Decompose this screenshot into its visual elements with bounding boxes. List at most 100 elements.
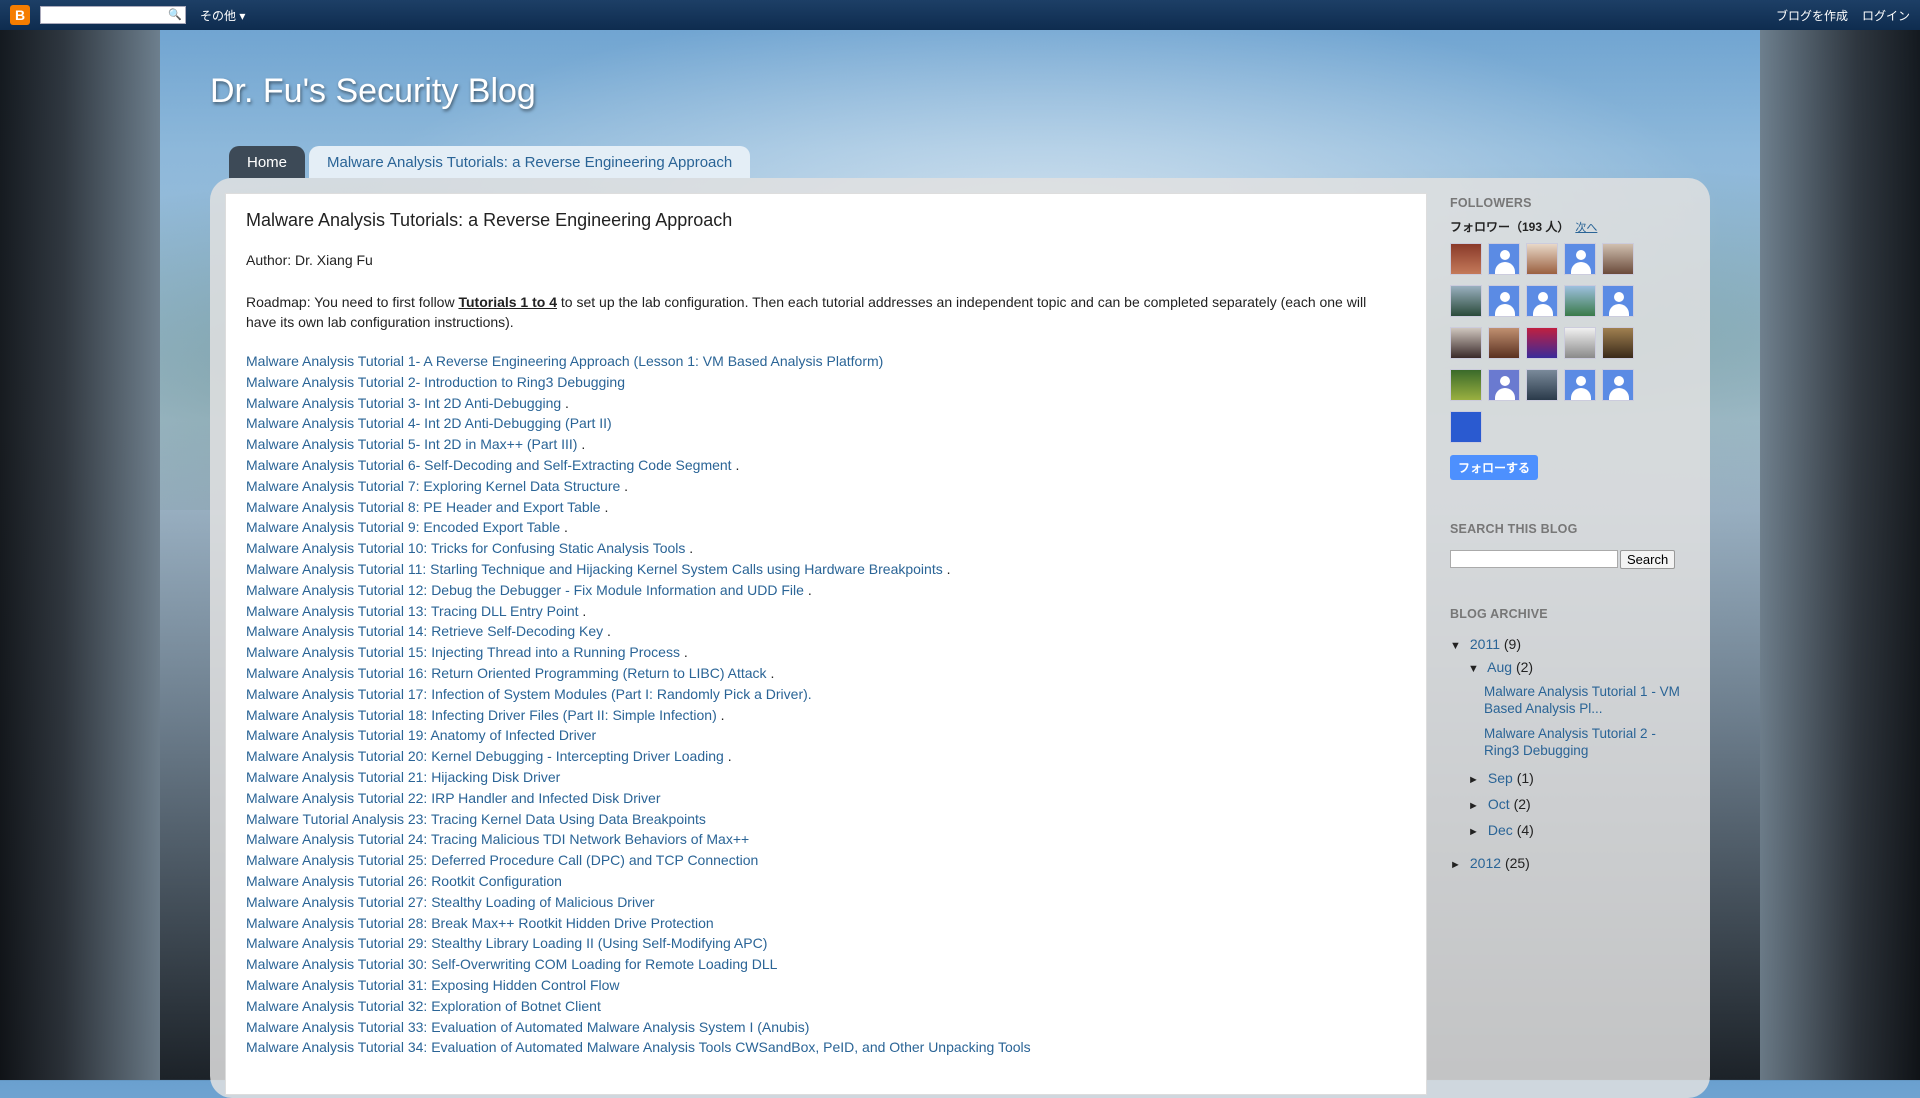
search-icon[interactable]: 🔍 xyxy=(168,8,182,21)
list-item: Malware Analysis Tutorial 18: Infecting … xyxy=(246,705,1396,726)
avatar[interactable] xyxy=(1450,411,1482,443)
avatar[interactable] xyxy=(1488,369,1520,401)
tutorial-link[interactable]: Malware Analysis Tutorial 5- Int 2D in M… xyxy=(246,436,577,452)
avatar[interactable] xyxy=(1564,369,1596,401)
avatar[interactable] xyxy=(1450,285,1482,317)
search-button[interactable]: Search xyxy=(1620,550,1676,569)
avatar[interactable] xyxy=(1526,327,1558,359)
archive-month-oct[interactable]: Oct xyxy=(1488,796,1510,812)
triangle-right-icon[interactable]: ► xyxy=(1450,854,1466,877)
blogger-logo-icon[interactable]: B xyxy=(10,5,30,25)
tutorial-link[interactable]: Malware Analysis Tutorial 32: Exploratio… xyxy=(246,998,601,1014)
tutorial-link[interactable]: Malware Analysis Tutorial 8: PE Header a… xyxy=(246,499,601,515)
avatar[interactable] xyxy=(1526,285,1558,317)
avatar[interactable] xyxy=(1488,285,1520,317)
archive-month-dec[interactable]: Dec xyxy=(1488,822,1513,838)
tutorial-link[interactable]: Malware Analysis Tutorial 30: Self-Overw… xyxy=(246,956,777,972)
tab-malware-tutorials[interactable]: Malware Analysis Tutorials: a Reverse En… xyxy=(309,146,751,178)
tab-home[interactable]: Home xyxy=(229,146,306,178)
create-blog-link[interactable]: ブログを作成 xyxy=(1776,7,1848,24)
avatar[interactable] xyxy=(1602,285,1634,317)
avatar[interactable] xyxy=(1450,369,1482,401)
avatar[interactable] xyxy=(1526,369,1558,401)
tutorial-link[interactable]: Malware Analysis Tutorial 22: IRP Handle… xyxy=(246,790,660,806)
tutorial-link[interactable]: Malware Analysis Tutorial 27: Stealthy L… xyxy=(246,894,655,910)
triangle-down-icon[interactable]: ▼ xyxy=(1468,658,1484,681)
tutorial-link[interactable]: Malware Analysis Tutorial 1- A Reverse E… xyxy=(246,353,883,369)
tutorial-link[interactable]: Malware Analysis Tutorial 15: Injecting … xyxy=(246,644,680,660)
tutorial-link[interactable]: Malware Analysis Tutorial 9: Encoded Exp… xyxy=(246,519,560,535)
avatar[interactable] xyxy=(1450,327,1482,359)
link-suffix: . xyxy=(600,498,609,515)
avatar[interactable] xyxy=(1488,243,1520,275)
list-item: Malware Analysis Tutorial 10: Tricks for… xyxy=(246,538,1396,559)
tutorial-link[interactable]: Malware Analysis Tutorial 28: Break Max+… xyxy=(246,915,714,931)
tutorial-link[interactable]: Malware Analysis Tutorial 18: Infecting … xyxy=(246,707,717,723)
followers-count-label: フォロワー（193 人） xyxy=(1450,220,1570,234)
avatar[interactable] xyxy=(1602,369,1634,401)
archive-month-aug[interactable]: Aug xyxy=(1487,659,1512,675)
followers-next-link[interactable]: 次へ xyxy=(1575,222,1597,234)
tutorial-link[interactable]: Malware Analysis Tutorial 13: Tracing DL… xyxy=(246,603,579,619)
tutorial-link[interactable]: Malware Analysis Tutorial 20: Kernel Deb… xyxy=(246,748,724,764)
link-suffix: . xyxy=(679,644,688,661)
tutorial-link[interactable]: Malware Analysis Tutorial 10: Tricks for… xyxy=(246,540,685,556)
avatar[interactable] xyxy=(1564,285,1596,317)
archive-post-link[interactable]: Malware Analysis Tutorial 2 - Ring3 Debu… xyxy=(1484,725,1690,759)
tutorial-link[interactable]: Malware Analysis Tutorial 33: Evaluation… xyxy=(246,1019,809,1035)
tutorial-link[interactable]: Malware Analysis Tutorial 12: Debug the … xyxy=(246,582,804,598)
archive-post-link[interactable]: Malware Analysis Tutorial 1 - VM Based A… xyxy=(1484,683,1690,717)
archive-year-2012[interactable]: 2012 xyxy=(1470,855,1501,871)
triangle-right-icon[interactable]: ► xyxy=(1468,821,1484,844)
link-suffix: . xyxy=(560,519,568,536)
tutorial-link[interactable]: Malware Analysis Tutorial 26: Rootkit Co… xyxy=(246,873,562,889)
list-item: Malware Analysis Tutorial 24: Tracing Ma… xyxy=(246,829,1396,850)
avatar[interactable] xyxy=(1450,243,1482,275)
triangle-right-icon[interactable]: ► xyxy=(1468,769,1484,792)
page-tabs: Home Malware Analysis Tutorials: a Rever… xyxy=(229,146,751,178)
link-suffix: . xyxy=(578,602,587,619)
tutorial-link[interactable]: Malware Analysis Tutorial 2- Introductio… xyxy=(246,374,625,390)
tutorial-link[interactable]: Malware Analysis Tutorial 3- Int 2D Anti… xyxy=(246,395,561,411)
tutorial-link[interactable]: Malware Analysis Tutorial 21: Hijacking … xyxy=(246,769,560,785)
tutorial-link[interactable]: Malware Analysis Tutorial 17: Infection … xyxy=(246,686,812,702)
list-item: Malware Analysis Tutorial 17: Infection … xyxy=(246,684,1396,705)
blog-search-input[interactable] xyxy=(1450,550,1618,568)
tutorial-link[interactable]: Malware Analysis Tutorial 14: Retrieve S… xyxy=(246,623,603,639)
link-suffix: . xyxy=(577,436,586,453)
triangle-right-icon[interactable]: ► xyxy=(1468,795,1484,818)
triangle-down-icon[interactable]: ▼ xyxy=(1450,635,1466,658)
list-item: Malware Analysis Tutorial 20: Kernel Deb… xyxy=(246,746,1396,767)
list-item: Malware Analysis Tutorial 31: Exposing H… xyxy=(246,975,1396,996)
avatar[interactable] xyxy=(1526,243,1558,275)
tutorial-link[interactable]: Malware Analysis Tutorial 19: Anatomy of… xyxy=(246,727,596,743)
tutorial-link[interactable]: Malware Analysis Tutorial 11: Starling T… xyxy=(246,561,943,577)
tutorial-link[interactable]: Malware Analysis Tutorial 29: Stealthy L… xyxy=(246,935,767,951)
navbar-search-input[interactable]: 🔍 xyxy=(40,6,186,24)
tutorial-link[interactable]: Malware Tutorial Analysis 23: Tracing Ke… xyxy=(246,811,706,827)
login-link[interactable]: ログイン xyxy=(1862,7,1910,24)
navbar-more-menu[interactable]: その他 ▾ xyxy=(200,7,245,24)
list-item: Malware Analysis Tutorial 6- Self-Decodi… xyxy=(246,455,1396,476)
tutorial-link[interactable]: Malware Analysis Tutorial 24: Tracing Ma… xyxy=(246,831,749,847)
tutorial-link[interactable]: Malware Analysis Tutorial 25: Deferred P… xyxy=(246,852,758,868)
avatar[interactable] xyxy=(1564,327,1596,359)
tutorial-link[interactable]: Malware Analysis Tutorial 4- Int 2D Anti… xyxy=(246,415,612,431)
roadmap-text: Roadmap: You need to first follow Tutori… xyxy=(246,292,1396,332)
list-item: Malware Analysis Tutorial 3- Int 2D Anti… xyxy=(246,393,1396,414)
archive-month-sep[interactable]: Sep xyxy=(1488,770,1513,786)
avatar[interactable] xyxy=(1602,327,1634,359)
tutorials-1-4-link[interactable]: Tutorials 1 to 4 xyxy=(458,294,557,310)
tutorial-link[interactable]: Malware Analysis Tutorial 7: Exploring K… xyxy=(246,478,620,494)
archive-year-2011[interactable]: 2011 xyxy=(1470,636,1500,652)
follow-button[interactable]: フォローする xyxy=(1450,455,1539,480)
tutorial-link[interactable]: Malware Analysis Tutorial 34: Evaluation… xyxy=(246,1039,1031,1055)
avatar[interactable] xyxy=(1488,327,1520,359)
tutorial-link[interactable]: Malware Analysis Tutorial 16: Return Ori… xyxy=(246,665,767,681)
blog-title[interactable]: Dr. Fu's Security Blog xyxy=(210,72,536,111)
tutorial-link[interactable]: Malware Analysis Tutorial 6- Self-Decodi… xyxy=(246,457,732,473)
avatar[interactable] xyxy=(1564,243,1596,275)
tutorial-link[interactable]: Malware Analysis Tutorial 31: Exposing H… xyxy=(246,977,620,993)
avatar[interactable] xyxy=(1602,243,1634,275)
link-suffix: . xyxy=(731,456,740,473)
